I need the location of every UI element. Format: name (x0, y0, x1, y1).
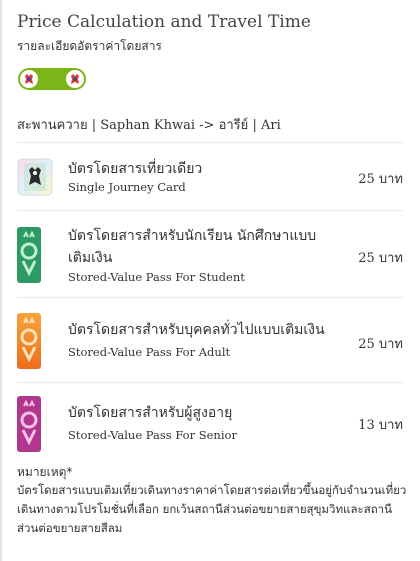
fare-price-unit: บาท (378, 418, 403, 433)
fare-name-en: Stored-Value Pass For Student (68, 270, 245, 284)
student-card-icon (17, 227, 41, 283)
fare-price-value: 25 (358, 337, 375, 352)
fare-price-value: 25 (358, 251, 375, 266)
note-label: หมายเหตุ* (17, 465, 73, 479)
fare-name-th: บัตรโดยสารสำหรับผู้สูงอายุ (68, 405, 233, 421)
fare-price: 25 บาท (358, 247, 403, 268)
fare-name-en: Single Journey Card (68, 180, 186, 194)
fare-price: 13 บาท (358, 414, 403, 435)
fare-name-th: บัตรโดยสารสำหรับบุคคลทั่วไปแบบเติมเงิน (68, 322, 325, 338)
route-description: สะพานควาย | Saphan Khwai -> อารีย์ | Ari (17, 114, 281, 135)
fare-name-th: บัตรโดยสารเที่ยวเดียว (68, 161, 203, 177)
adult-card-icon (17, 313, 41, 369)
fare-price-unit: บาท (378, 251, 403, 266)
route-arrow: -> (199, 118, 215, 133)
route-separator: | (252, 118, 257, 133)
divider (17, 382, 403, 383)
origin-station-th: สะพานควาย (17, 118, 88, 133)
page-title: Price Calculation and Travel Time (17, 12, 311, 32)
page-subtitle: รายละเอียดอัตราค่าโดยสาร (17, 39, 162, 53)
fare-price: 25 บาท (358, 333, 403, 354)
senior-card-icon (17, 396, 41, 452)
origin-station-icon (20, 70, 38, 88)
single-journey-card-icon (17, 158, 53, 196)
fare-name-en: Stored-Value Pass For Senior (68, 428, 237, 442)
destination-station-th: อารีย์ (218, 118, 249, 133)
destination-station-icon (66, 70, 84, 88)
panel-edge (0, 0, 2, 561)
divider (17, 297, 403, 298)
divider (17, 210, 403, 211)
route-line-indicator (18, 68, 86, 90)
fare-price: 25 บาท (358, 168, 403, 189)
route-separator: | (91, 118, 97, 133)
fare-name-en: Stored-Value Pass For Adult (68, 345, 231, 359)
fare-price-value: 25 (358, 172, 375, 187)
fare-price-unit: บาท (378, 172, 403, 187)
destination-station-en: Ari (260, 118, 281, 133)
fare-name-th: บัตรโดยสารสำหรับนักเรียน นักศึกษาแบบเติม… (68, 228, 317, 266)
note-text: บัตรโดยสารแบบเติมเที่ยวเดินทางราคาค่าโดย… (17, 483, 407, 535)
fare-details-panel: Price Calculation and Travel Time รายละเ… (0, 0, 420, 561)
divider (17, 142, 403, 143)
origin-station-en: Saphan Khwai (100, 118, 195, 133)
fare-price-value: 13 (358, 418, 375, 433)
fare-price-unit: บาท (378, 337, 403, 352)
